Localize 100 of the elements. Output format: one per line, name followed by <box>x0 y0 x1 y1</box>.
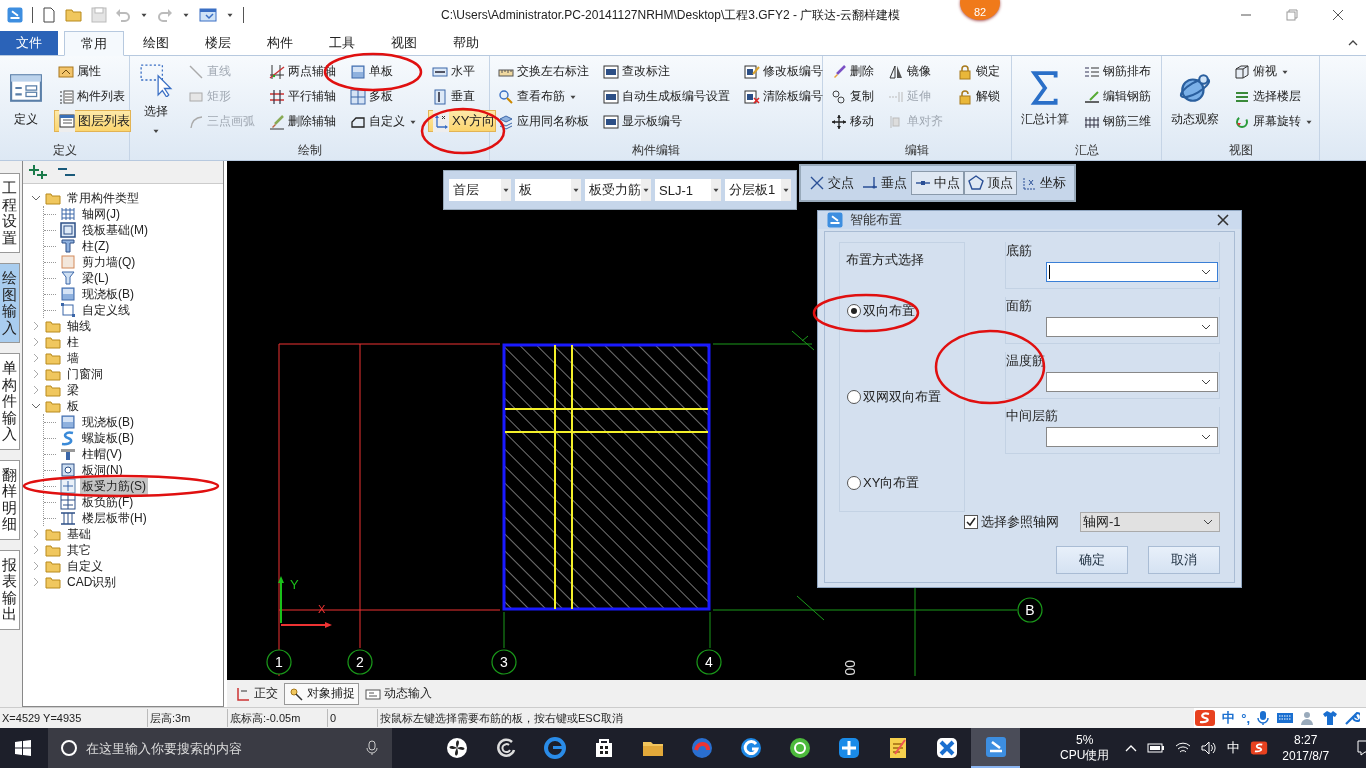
ribbon-button[interactable]: 自定义 <box>346 110 422 133</box>
ribbon-button[interactable]: 单板 <box>346 60 422 83</box>
radio-option[interactable]: 双网双向布置 <box>846 387 964 407</box>
ok-button[interactable]: 确定 <box>1056 546 1128 574</box>
ribbon-button[interactable]: 钢筋排布 <box>1080 60 1155 83</box>
ribbon-button[interactable]: 修改板编号 <box>740 60 827 83</box>
ribbon-button[interactable]: 解锁 <box>953 85 1004 108</box>
side-tab[interactable]: 绘图输入 <box>0 263 20 343</box>
side-tab[interactable]: 工程设置 <box>0 173 20 253</box>
ribbon-button[interactable]: 平行辅轴 <box>265 85 340 108</box>
tree-item[interactable]: 门窗洞 <box>65 365 105 383</box>
ribbon-button[interactable]: 查看布筋 <box>494 85 593 108</box>
tree-item[interactable]: 板负筋(F) <box>80 493 136 511</box>
dropdown-field[interactable]: 板受力筋 <box>585 179 651 201</box>
ribbon-button[interactable]: 垂直 <box>428 85 497 108</box>
tree-item[interactable]: 板受力筋(S) <box>80 477 148 495</box>
ribbon-button[interactable]: 俯视 <box>1230 60 1318 83</box>
dropdown-field[interactable]: 轴网-1 <box>1080 512 1220 532</box>
ribbon-tab[interactable]: 构件 <box>250 31 310 55</box>
ribbon-button[interactable]: 交换左右标注 <box>494 60 593 83</box>
ribbon-button[interactable]: 镜像 <box>884 60 947 83</box>
toolbar-button[interactable]: 对象捕捉 <box>284 682 359 705</box>
tree-item[interactable]: 板 <box>65 397 81 415</box>
ribbon-button[interactable]: 钢筋三维 <box>1080 110 1155 133</box>
radio-option[interactable]: XY向布置 <box>846 473 964 493</box>
ribbon-tab[interactable]: 楼层 <box>188 31 248 55</box>
tree-item[interactable]: 常用构件类型 <box>65 189 141 207</box>
side-tab[interactable]: 报表输出 <box>0 549 20 630</box>
tree-item[interactable]: 其它 <box>65 541 93 559</box>
ribbon-button[interactable]: 自动生成板编号设置 <box>599 85 734 108</box>
tree-item[interactable]: CAD识别 <box>65 573 119 591</box>
radio-option[interactable]: 双向布置 <box>846 301 964 321</box>
ribbon-button[interactable]: 编辑钢筋 <box>1080 85 1155 108</box>
ribbon-button[interactable]: 删除辅轴 <box>265 110 340 133</box>
snap-button[interactable]: 垂点 <box>858 171 911 195</box>
tree-item[interactable]: 现浇板(B) <box>80 413 136 431</box>
ribbon-button[interactable]: 应用同名称板 <box>494 110 593 133</box>
toolbar-button[interactable]: 动态输入 <box>361 682 436 705</box>
checkbox-option[interactable]: 选择参照轴网 <box>963 512 1060 532</box>
ribbon-button[interactable]: 查改标注 <box>599 60 734 83</box>
ribbon-tab[interactable]: 绘图 <box>126 31 186 55</box>
tree-item[interactable]: 螺旋板(B) <box>80 429 136 447</box>
cancel-button[interactable]: 取消 <box>1148 546 1220 574</box>
clock-time[interactable]: 8:27 <box>1294 732 1318 748</box>
tree-item[interactable]: 墙 <box>65 349 81 367</box>
ribbon-tab[interactable]: 工具 <box>312 31 372 55</box>
snap-button[interactable]: 顶点 <box>964 171 1017 195</box>
snap-button[interactable]: 交点 <box>805 171 858 195</box>
ribbon-button[interactable]: 屏幕旋转 <box>1230 110 1318 133</box>
axis-bubble: 1 <box>266 649 292 675</box>
dropdown-field[interactable]: 首层 <box>449 179 511 201</box>
input-mode[interactable]: 中 <box>1227 739 1241 757</box>
dropdown-field[interactable]: 分层板1 <box>725 179 791 201</box>
ribbon-button[interactable]: XY方向 <box>428 110 497 132</box>
ribbon-button[interactable]: 复制 <box>827 85 878 108</box>
ribbon-button[interactable]: 删除 <box>827 60 878 83</box>
ribbon-button[interactable]: 显示板编号 <box>599 110 734 133</box>
tree-item[interactable]: 柱(Z) <box>80 237 112 255</box>
tree-item[interactable]: 梁 <box>65 381 81 399</box>
field-label: 底筋 <box>1006 242 1033 260</box>
side-tab[interactable]: 翻样明细 <box>0 459 20 540</box>
tree-item[interactable]: 轴网(J) <box>80 205 122 223</box>
ime-mode[interactable]: °, <box>1241 710 1250 726</box>
ribbon-tab[interactable]: 视图 <box>374 31 434 55</box>
tree-item[interactable]: 柱 <box>65 333 81 351</box>
ribbon-button[interactable]: 图层列表 <box>54 110 131 132</box>
file-menu-button[interactable]: 文件 <box>0 31 58 55</box>
ribbon-button[interactable]: 汇总计算 <box>1016 60 1074 138</box>
ribbon-button[interactable]: 锁定 <box>953 60 1004 83</box>
ribbon-button[interactable]: 动态观察 <box>1166 60 1224 138</box>
tree-item[interactable]: 自定义线 <box>80 301 132 319</box>
tree-item[interactable]: 楼层板带(H) <box>80 509 149 527</box>
ime-mode[interactable]: 中 <box>1222 709 1236 727</box>
ribbon-button[interactable]: 清除板编号 <box>740 85 827 108</box>
ribbon-tab[interactable]: 帮助 <box>436 31 496 55</box>
ribbon-tab[interactable]: 常用 <box>64 31 124 56</box>
dropdown-field[interactable]: 板 <box>515 179 581 201</box>
ribbon-button[interactable]: 选择楼层 <box>1230 85 1318 108</box>
dropdown-field[interactable]: SLJ-1 <box>655 179 721 201</box>
ribbon-button[interactable]: 构件列表 <box>54 85 131 108</box>
ribbon-button[interactable]: 定义 <box>4 60 48 138</box>
tree-item[interactable]: 筏板基础(M) <box>80 221 150 239</box>
ribbon-button[interactable]: 属性 <box>54 60 131 83</box>
toolbar-button[interactable]: 正交 <box>231 682 282 705</box>
tree-item[interactable]: 轴线 <box>65 317 93 335</box>
ribbon-button[interactable]: 选择 <box>134 60 178 138</box>
ribbon-button[interactable]: 移动 <box>827 110 878 133</box>
snap-button[interactable]: 坐标 <box>1017 171 1070 195</box>
side-tab[interactable]: 单构件输入 <box>0 353 20 450</box>
tree-item[interactable]: 基础 <box>65 525 93 543</box>
tree-item[interactable]: 现浇板(B) <box>80 285 136 303</box>
clock-date[interactable]: 2017/8/7 <box>1282 748 1330 764</box>
ribbon-button[interactable]: 多板 <box>346 85 422 108</box>
snap-button[interactable]: 中点 <box>911 171 964 195</box>
search-field[interactable]: 在这里输入你要搜索的内容 <box>48 728 392 768</box>
tree-item[interactable]: 剪力墙(Q) <box>80 253 138 271</box>
tree-item[interactable]: 梁(L) <box>80 269 111 287</box>
tree-item[interactable]: 自定义 <box>65 557 105 575</box>
tree-item[interactable]: 柱帽(V) <box>80 445 124 463</box>
ribbon-button[interactable]: 水平 <box>428 60 497 83</box>
